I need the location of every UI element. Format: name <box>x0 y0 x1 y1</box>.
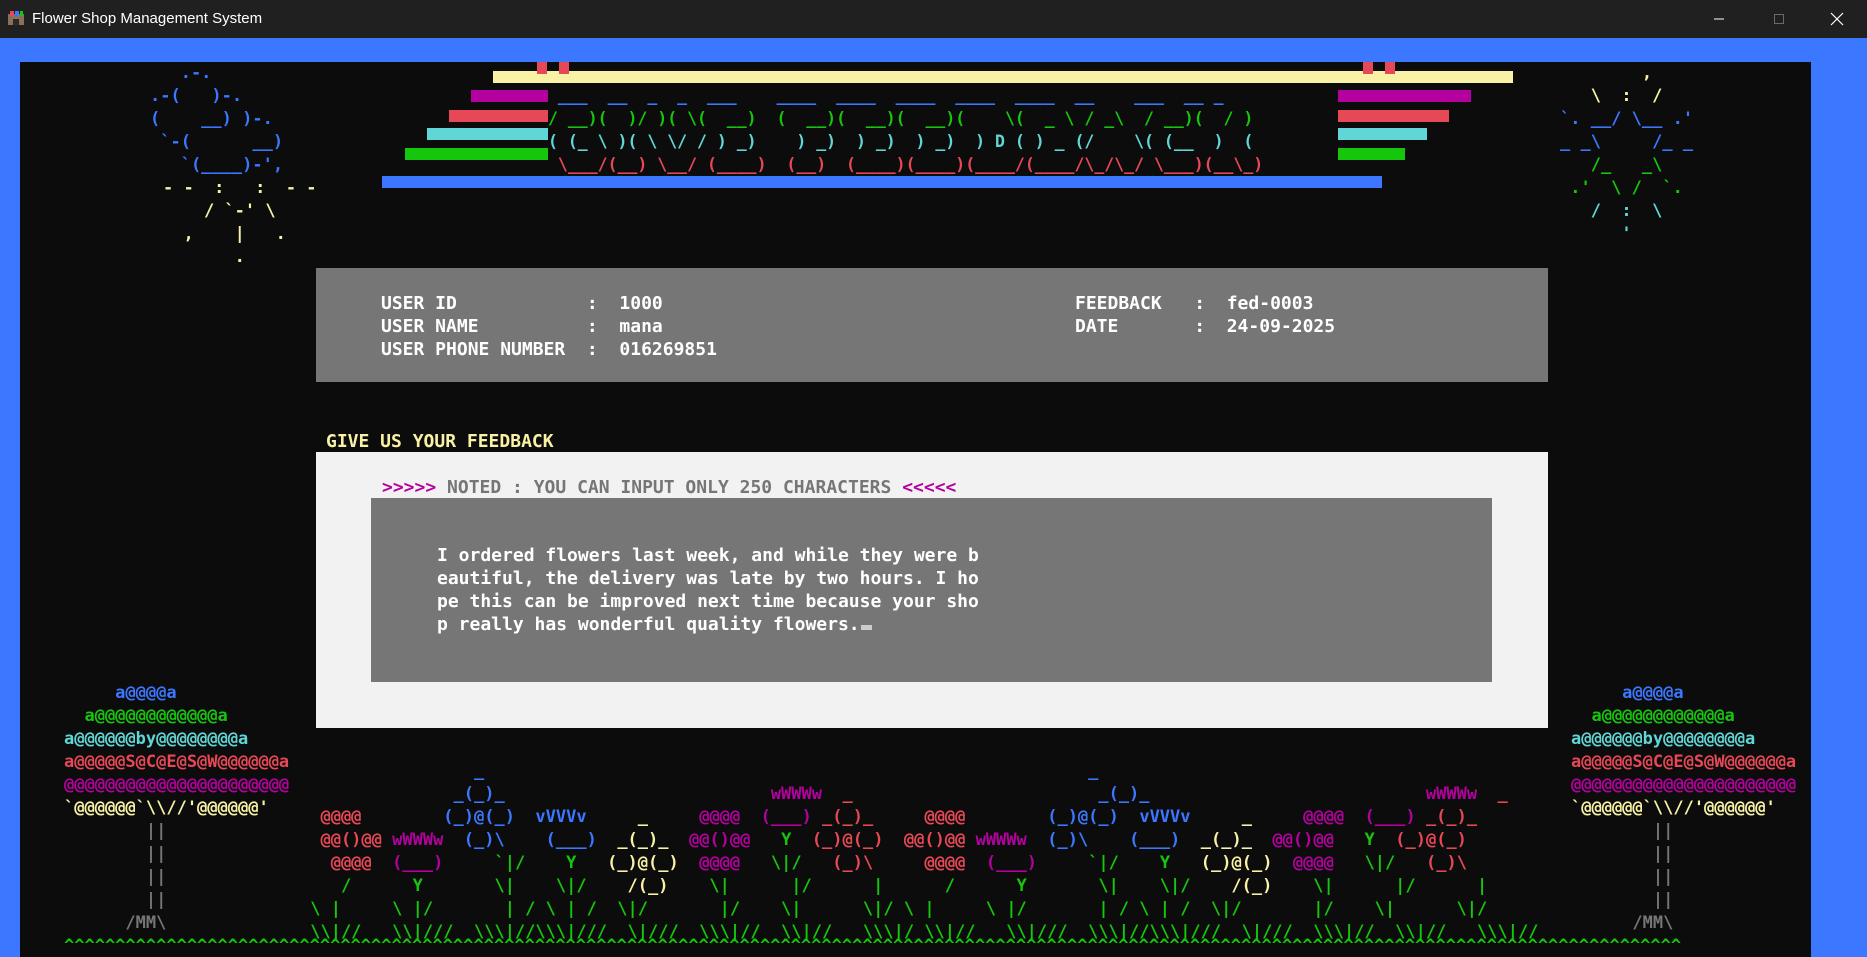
flower-garden-art: _ _ _(_)_ wWWWw _ _(_)_ wWWWw _ @@@@ (_)… <box>300 761 1539 942</box>
title-bar: Flower Shop Management System <box>0 0 1867 38</box>
sun-lower: /_ _\ .' \ / `. <box>1560 155 1683 198</box>
window-title: Flower Shop Management System <box>32 10 263 27</box>
note-suffix: <<<<< <box>902 477 957 498</box>
banner-stripe-cyan <box>427 128 548 140</box>
banner-post <box>1363 62 1373 74</box>
banner-stripe-cyan <box>1338 128 1427 140</box>
sun-middle: `. __/ \__ .' _ _\ /_ _ <box>1560 109 1694 152</box>
date-line: DATE : 24-09-2025 <box>1075 316 1336 337</box>
banner-stripe-red <box>1338 110 1449 122</box>
banner-top-bar <box>493 71 1513 83</box>
minimize-button[interactable] <box>1689 0 1749 38</box>
minimize-icon <box>1714 18 1724 20</box>
note-text: NOTED : YOU CAN INPUT ONLY 250 CHARACTER… <box>436 477 903 498</box>
maximize-button[interactable] <box>1749 0 1809 38</box>
banner-post <box>1385 62 1395 74</box>
close-button[interactable] <box>1807 0 1867 38</box>
banner-bottom-bar <box>382 176 1382 188</box>
user-id-line: USER ID : 1000 <box>381 293 663 314</box>
note-prefix: >>>>> <box>382 477 437 498</box>
banner-post <box>559 62 569 74</box>
grass-border: ^^^^^^^^^^^^^^^^^^^^^^^^^^^^^^^^^^^^^^^^… <box>64 938 1682 955</box>
banner-stripe-green <box>405 148 548 160</box>
close-icon <box>1830 12 1844 26</box>
character-limit-note: >>>>> NOTED : YOU CAN INPUT ONLY 250 CHA… <box>382 476 956 499</box>
user-name-line: USER NAME : mana <box>381 316 663 337</box>
rain-art: - - : : - - / `-' \ , | . . <box>163 178 317 267</box>
banner-text: ___ __ _ _ ___ ____ ____ ____ ____ ____ … <box>548 86 1264 174</box>
feedback-heading: GIVE US YOUR FEEDBACK <box>326 431 554 452</box>
banner-stripe-red <box>449 110 548 122</box>
text-cursor <box>860 625 872 630</box>
banner-post <box>537 62 547 74</box>
banner-stripe-green <box>1338 148 1405 160</box>
maximize-icon <box>1774 14 1784 24</box>
feedback-text[interactable]: I ordered flowers last week, and while t… <box>437 544 979 636</box>
user-phone-line: USER PHONE NUMBER : 016269851 <box>381 339 717 360</box>
sun-top: , \ : / <box>1560 63 1663 106</box>
feedback-id-line: FEEDBACK : fed-0003 <box>1075 293 1314 314</box>
app-icon <box>8 11 24 25</box>
banner-stripe-magenta <box>471 90 548 102</box>
cloud-body: .-. .-( )-. ( __) )-. `-( __) `(____)-', <box>150 63 284 175</box>
right-tree-art: a@@@@a a@@@@@@@@@@@@a a@@@@@@by@@@@@@@@a… <box>1571 683 1797 933</box>
sun-bottom: / : \ ' <box>1560 201 1663 244</box>
banner-stripe-magenta <box>1338 90 1471 102</box>
left-tree-art: a@@@@a a@@@@@@@@@@@@a a@@@@@@by@@@@@@@@a… <box>64 683 290 933</box>
